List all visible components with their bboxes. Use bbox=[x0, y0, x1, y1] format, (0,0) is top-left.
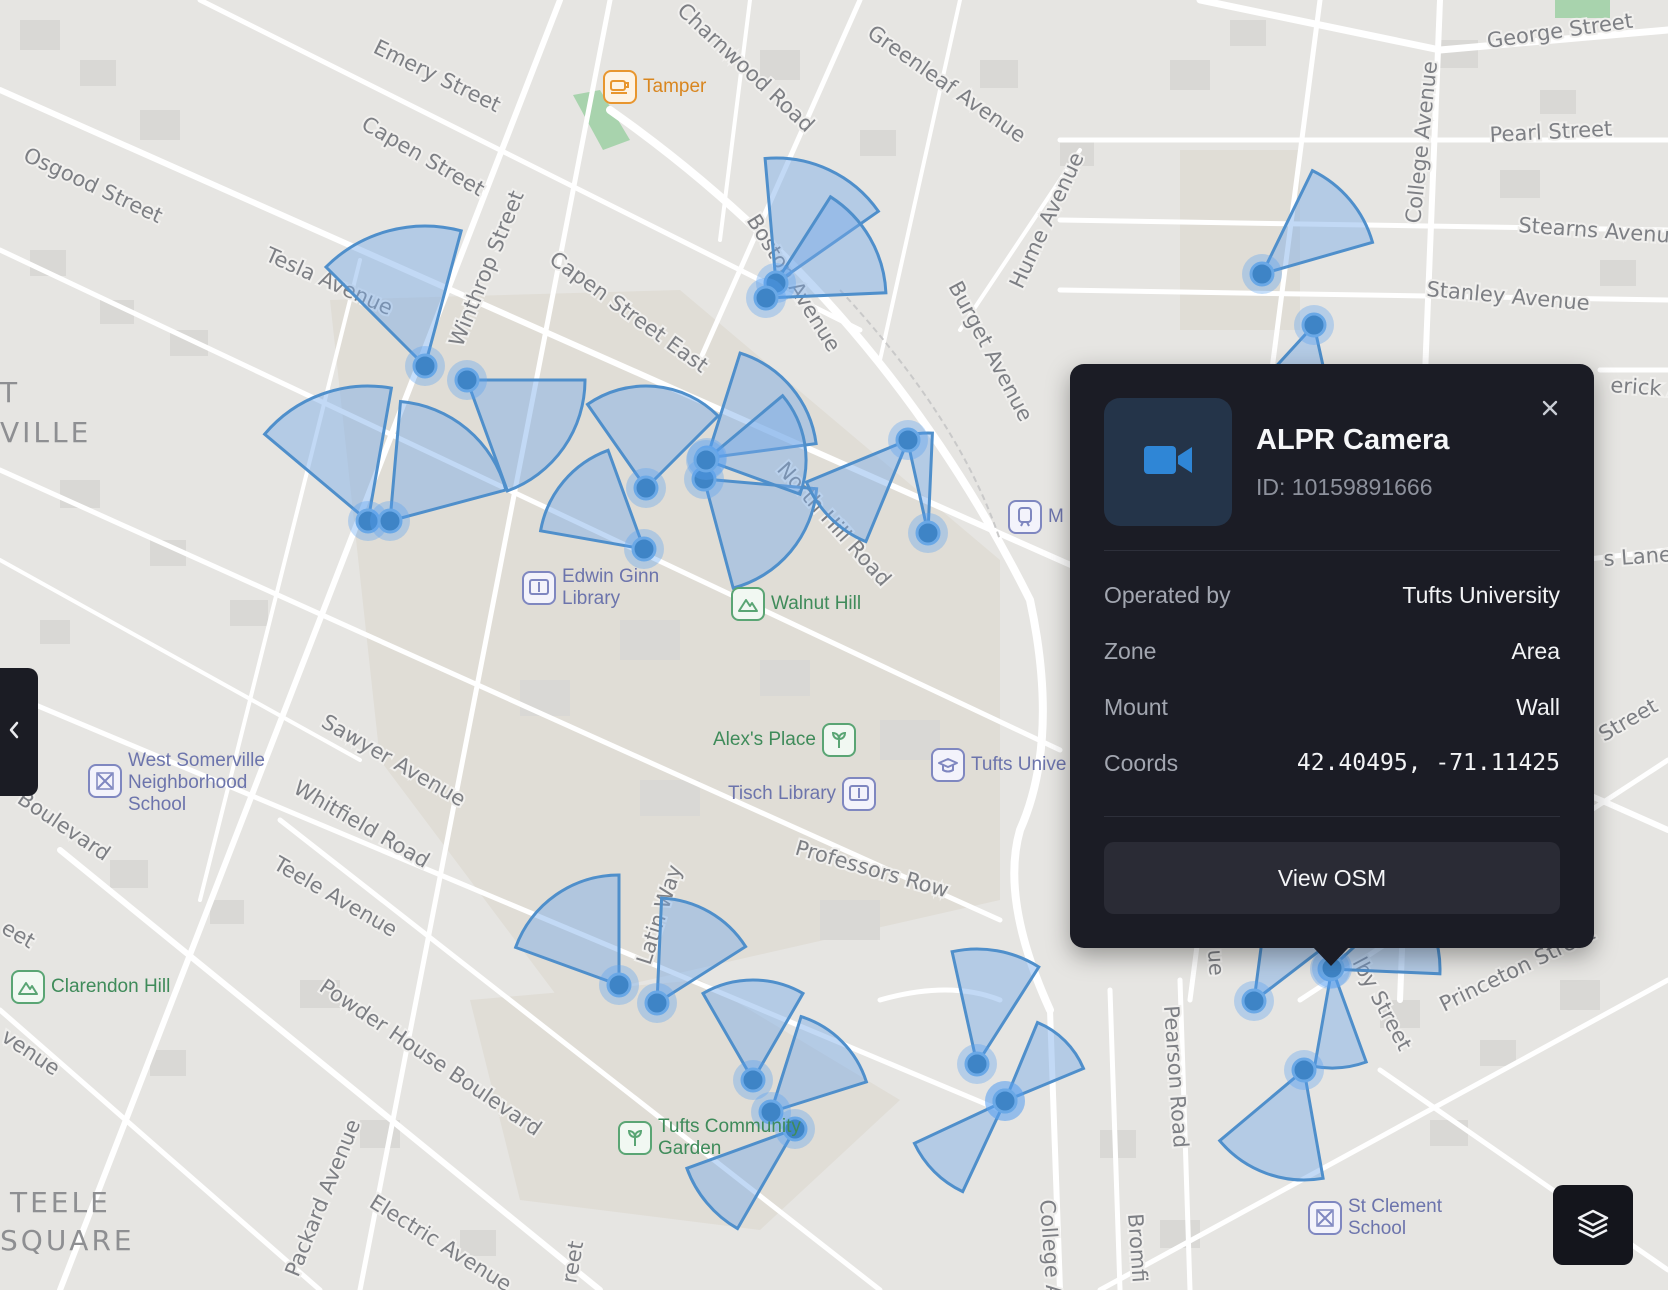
poi-label: Alex's Place bbox=[713, 729, 816, 750]
school-icon bbox=[88, 764, 122, 798]
poi-st-clement-school[interactable]: St Clement School bbox=[1308, 1196, 1458, 1240]
camera-marker[interactable] bbox=[693, 447, 719, 473]
poi-label: M bbox=[1048, 506, 1064, 527]
view-osm-button[interactable]: View OSM bbox=[1104, 842, 1560, 914]
popup-title: ALPR Camera bbox=[1256, 424, 1450, 456]
poi-label: Tisch Library bbox=[728, 783, 837, 804]
camera-marker[interactable] bbox=[1301, 312, 1327, 338]
popup-pointer bbox=[1312, 946, 1350, 966]
poi-label: St Clement School bbox=[1348, 1196, 1442, 1239]
train-icon bbox=[1008, 500, 1042, 534]
garden-icon bbox=[821, 723, 856, 757]
layers-icon bbox=[1575, 1205, 1611, 1245]
layers-button[interactable] bbox=[1553, 1185, 1633, 1265]
camera-marker[interactable] bbox=[606, 972, 632, 998]
area-label: TEELE bbox=[9, 1186, 111, 1219]
prop-label: Zone bbox=[1104, 637, 1157, 664]
camera-marker[interactable] bbox=[915, 520, 941, 546]
camera-marker[interactable] bbox=[992, 1088, 1018, 1114]
camera-marker[interactable] bbox=[1291, 1057, 1317, 1083]
camera-marker[interactable] bbox=[377, 508, 403, 534]
camera-marker[interactable] bbox=[631, 536, 657, 562]
poi-label: Tufts Community Garden bbox=[658, 1116, 801, 1159]
prop-row-mount: Mount Wall bbox=[1104, 690, 1560, 724]
area-label: T bbox=[0, 376, 20, 409]
university-icon bbox=[931, 748, 965, 782]
poi-tisch-library[interactable]: Tisch Library bbox=[728, 777, 877, 811]
poi-clarendon-hill[interactable]: Clarendon Hill bbox=[11, 970, 170, 1004]
prop-label: Coords bbox=[1104, 749, 1179, 776]
area-label: SQUARE bbox=[0, 1224, 135, 1257]
poi-tufts-community-garden[interactable]: Tufts Community Garden bbox=[618, 1116, 828, 1160]
poi-label: Tamper bbox=[643, 76, 707, 97]
poi-tufts-university[interactable]: Tufts Unive bbox=[931, 748, 1066, 782]
chevron-left-icon bbox=[6, 718, 22, 746]
area-label: VILLE bbox=[0, 416, 91, 449]
hill-icon bbox=[731, 587, 765, 621]
prop-value: 42.40495, -71.11425 bbox=[1296, 750, 1560, 776]
poi-label: Walnut Hill bbox=[771, 593, 862, 614]
camera-marker[interactable] bbox=[644, 990, 670, 1016]
school-icon bbox=[1308, 1201, 1342, 1235]
poi-station[interactable]: M bbox=[1008, 500, 1064, 534]
poi-walnut-hill[interactable]: Walnut Hill bbox=[731, 587, 861, 621]
street-label: s Lane bbox=[1603, 542, 1668, 571]
prop-value: Wall bbox=[1516, 693, 1560, 720]
poi-tamper[interactable]: Tamper bbox=[603, 70, 706, 104]
camera-marker[interactable] bbox=[740, 1067, 766, 1093]
camera-marker[interactable] bbox=[633, 475, 659, 501]
camera-popup: ALPR Camera ID: 10159891666 Operated by … bbox=[1070, 364, 1594, 948]
camera-marker[interactable] bbox=[753, 285, 779, 311]
popup-camera-id: ID: 10159891666 bbox=[1256, 474, 1433, 500]
cafe-icon bbox=[603, 70, 637, 104]
prop-label: Mount bbox=[1104, 693, 1168, 720]
divider bbox=[1104, 550, 1560, 551]
prop-label: Operated by bbox=[1104, 581, 1231, 608]
library-icon bbox=[522, 571, 556, 605]
prop-row-operator: Operated by Tufts University bbox=[1104, 578, 1560, 612]
divider bbox=[1104, 816, 1560, 817]
prop-value: Area bbox=[1511, 637, 1560, 664]
street-label: Bromfi bbox=[1123, 1213, 1152, 1284]
poi-label: Clarendon Hill bbox=[51, 976, 171, 997]
poi-label: Tufts Unive bbox=[971, 754, 1067, 775]
prop-value: Tufts University bbox=[1402, 581, 1560, 608]
street-label: ue bbox=[1203, 949, 1229, 977]
camera-marker[interactable] bbox=[412, 353, 438, 379]
popup-icon-box bbox=[1104, 398, 1232, 526]
close-icon bbox=[1541, 399, 1559, 422]
camera-marker[interactable] bbox=[895, 427, 921, 453]
camera-marker[interactable] bbox=[964, 1051, 990, 1077]
poi-alexs-place[interactable]: Alex's Place bbox=[713, 723, 856, 757]
camera-marker[interactable] bbox=[1241, 988, 1267, 1014]
sidebar-toggle-button[interactable] bbox=[0, 668, 38, 796]
poi-label: West Somerville Neighborhood School bbox=[128, 750, 265, 815]
video-camera-icon bbox=[1142, 442, 1194, 483]
garden-icon bbox=[618, 1121, 652, 1155]
poi-edwin-ginn-library[interactable]: Edwin Ginn Library bbox=[522, 566, 666, 610]
hill-icon bbox=[11, 970, 45, 1004]
poi-label: Edwin Ginn Library bbox=[562, 566, 660, 609]
poi-west-somerville-school[interactable]: West Somerville Neighborhood School bbox=[88, 750, 278, 816]
library-icon bbox=[842, 777, 877, 811]
close-button[interactable] bbox=[1536, 396, 1564, 424]
camera-marker[interactable] bbox=[1249, 261, 1275, 287]
prop-row-zone: Zone Area bbox=[1104, 634, 1560, 668]
camera-marker[interactable] bbox=[454, 367, 480, 393]
prop-row-coords: Coords 42.40495, -71.11425 bbox=[1104, 746, 1560, 780]
